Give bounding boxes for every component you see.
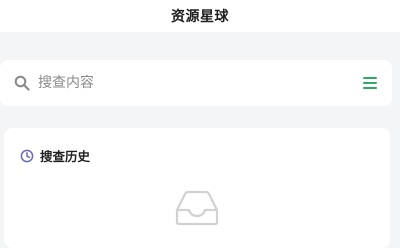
search-input[interactable]: [38, 68, 338, 98]
menu-icon: [363, 77, 377, 89]
search-bar[interactable]: [0, 60, 392, 106]
empty-inbox-icon: [175, 190, 219, 226]
search-icon: [14, 75, 30, 91]
search-history-heading: 搜查历史: [40, 149, 91, 164]
app-header: 资源星球: [0, 0, 400, 32]
search-history-card: 搜查历史: [4, 128, 390, 248]
page-title: 资源星球: [171, 9, 229, 25]
menu-button[interactable]: [360, 73, 380, 93]
search-history-header: 搜查历史: [20, 146, 90, 165]
clock-icon: [20, 149, 34, 163]
